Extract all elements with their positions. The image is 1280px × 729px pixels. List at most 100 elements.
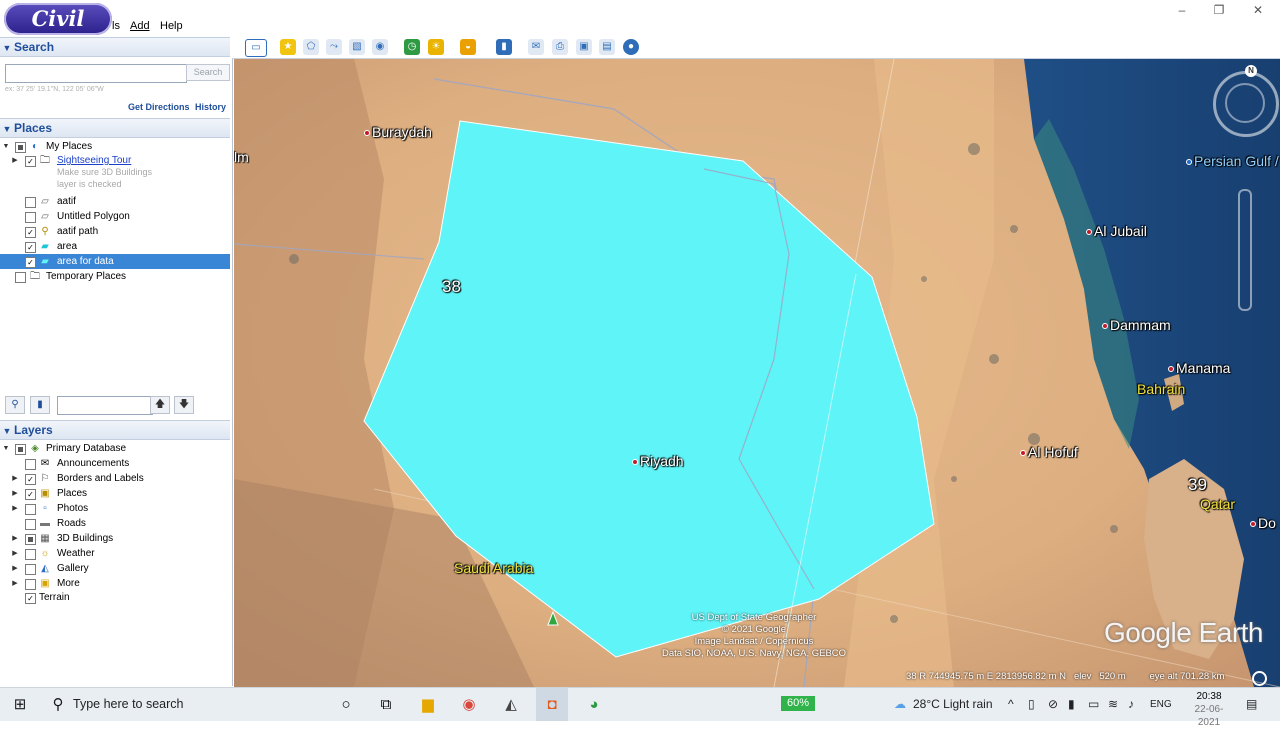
record-tour-icon[interactable]: ◉ [372, 39, 388, 55]
search-input[interactable] [5, 64, 187, 83]
wifi-icon[interactable]: ≋ [1108, 697, 1118, 711]
places-item-sightseeing-tour[interactable]: ▶ ✓ 🗀 Sightseeing Tour [0, 153, 230, 168]
history-link[interactable]: History [195, 102, 226, 112]
add-polygon-icon[interactable]: ⬠ [303, 39, 319, 55]
places-find-input[interactable] [57, 396, 153, 415]
clock[interactable]: 20:38 22-06-2021 [1184, 690, 1234, 729]
checkbox[interactable]: ✓ [25, 257, 36, 268]
battery-tray-icon[interactable]: ▭ [1088, 697, 1099, 711]
close-button[interactable]: ✕ [1248, 3, 1268, 17]
expand-icon[interactable]: ▶ [11, 153, 19, 168]
expand-icon[interactable]: ▼ [2, 139, 10, 154]
add-overlay-icon[interactable]: ▧ [349, 39, 365, 55]
panel-toggle-button[interactable]: ▮ [30, 396, 50, 414]
planets-icon[interactable]: ◒ [460, 39, 476, 55]
maximize-button[interactable]: ❐ [1209, 3, 1229, 17]
search-section-header[interactable]: ▼ Search [0, 37, 230, 57]
checkbox[interactable] [25, 564, 36, 575]
historical-imagery-icon[interactable]: ◷ [404, 39, 420, 55]
menu-add[interactable]: Add [130, 20, 150, 32]
show-hidden-icons-icon[interactable]: ^ [1008, 697, 1014, 711]
checkbox[interactable] [25, 197, 36, 208]
expand-icon[interactable]: ▶ [11, 531, 19, 546]
print-icon[interactable]: ⎙ [552, 39, 568, 55]
expand-icon[interactable]: ▼ [2, 441, 10, 456]
map-label-dammam[interactable]: Dammam [1102, 317, 1171, 333]
layer-announcements[interactable]: ✉ Announcements [0, 456, 230, 471]
tray-app-icon[interactable]: ▯ [1028, 697, 1035, 711]
checkbox[interactable]: ✓ [25, 227, 36, 238]
layer-photos[interactable]: ▶ ▫ Photos [0, 501, 230, 516]
sunlight-icon[interactable]: ☀ [428, 39, 444, 55]
taskbar-search-box[interactable]: Type here to search [73, 697, 183, 711]
email-icon[interactable]: ✉ [528, 39, 544, 55]
map-label-al-jubail[interactable]: Al Jubail [1086, 223, 1147, 239]
microphone-icon[interactable]: ▮ [1068, 697, 1075, 711]
map-label-buraydah[interactable]: Buraydah [364, 124, 432, 140]
layer-roads[interactable]: ▬ Roads [0, 516, 230, 531]
places-item-my-places[interactable]: ▼ ◐ My Places [0, 139, 230, 154]
map-label-bahrain[interactable]: Bahrain [1137, 381, 1185, 397]
add-placemark-icon[interactable]: ★ [280, 39, 296, 55]
layer-primary-database[interactable]: ▼ ◈ Primary Database [0, 441, 230, 456]
checkbox[interactable] [25, 212, 36, 223]
map-label-manama[interactable]: Manama [1168, 360, 1230, 376]
layer-more[interactable]: ▶ ▣ More [0, 576, 230, 591]
battery-indicator[interactable]: 60% [781, 696, 815, 711]
layer-3d-buildings[interactable]: ▶ ▦ 3D Buildings [0, 531, 230, 546]
checkbox[interactable] [25, 459, 36, 470]
windows-start-icon[interactable]: ⊞ [10, 695, 30, 715]
places-item-area-for-data[interactable]: ✓ ▰ area for data [0, 254, 230, 269]
checkbox[interactable]: ✓ [25, 474, 36, 485]
move-control[interactable] [1225, 83, 1265, 123]
checkbox[interactable] [25, 504, 36, 515]
map-label-persian-gulf[interactable]: Persian Gulf / [1186, 153, 1279, 169]
search-places-button[interactable]: ⚲ [5, 396, 25, 414]
expand-icon[interactable]: ▶ [11, 501, 19, 516]
places-item-temporary-places[interactable]: 🗀 Temporary Places [0, 269, 230, 284]
layer-gallery[interactable]: ▶ ◭ Gallery [0, 561, 230, 576]
expand-icon[interactable]: ▶ [11, 471, 19, 486]
layers-section-header[interactable]: ▼ Layers [0, 420, 230, 440]
checkbox[interactable] [25, 549, 36, 560]
search-icon[interactable]: ⚲ [48, 695, 68, 715]
compass-north-icon[interactable]: N [1245, 65, 1257, 77]
places-section-header[interactable]: ▼ Places [0, 118, 230, 138]
map-view[interactable]: Buraydah lm Persian Gulf / Al Jubail Dam… [234, 59, 1280, 687]
places-item-area[interactable]: ✓ ▰ area [0, 239, 230, 254]
notifications-icon[interactable]: ▤ [1246, 697, 1257, 711]
checkbox[interactable]: ✓ [25, 242, 36, 253]
checkbox[interactable] [25, 534, 36, 545]
sightseeing-tour-link[interactable]: Sightseeing Tour [57, 153, 131, 168]
google-earth-taskbar-icon[interactable]: ◕ [584, 695, 604, 715]
add-path-icon[interactable]: ⤳ [326, 39, 342, 55]
layer-terrain[interactable]: ✓ Terrain [0, 590, 230, 605]
earth-icon[interactable]: ● [623, 39, 639, 55]
minimize-button[interactable]: – [1172, 3, 1192, 17]
checkbox[interactable]: ✓ [25, 156, 36, 167]
places-item-aatif-path[interactable]: ✓ ⚲ aatif path [0, 224, 230, 239]
map-label-saudi-arabia[interactable]: Saudi Arabia [454, 560, 533, 576]
map-label-riyadh[interactable]: Riyadh [632, 453, 684, 469]
move-down-button[interactable]: 🡇 [174, 396, 194, 414]
layer-borders-and-labels[interactable]: ▶ ✓ ⚐ Borders and Labels [0, 471, 230, 486]
checkbox[interactable]: ✓ [25, 593, 36, 604]
file-explorer-icon[interactable]: ▆ [418, 695, 438, 715]
expand-icon[interactable]: ▶ [11, 576, 19, 591]
menu-help[interactable]: Help [160, 20, 183, 32]
app-icon[interactable]: ◭ [501, 695, 521, 715]
checkbox[interactable]: ✓ [25, 489, 36, 500]
places-item-aatif[interactable]: ▱ aatif [0, 194, 230, 209]
recorder-app-icon[interactable]: ◘ [536, 688, 568, 721]
network-icon[interactable]: ⊘ [1048, 697, 1058, 711]
chrome-icon[interactable]: ◉ [459, 695, 479, 715]
map-label-doha[interactable]: Do [1250, 515, 1276, 531]
layer-weather[interactable]: ▶ ☼ Weather [0, 546, 230, 561]
expand-icon[interactable]: ▶ [11, 486, 19, 501]
language-indicator[interactable]: ENG [1150, 699, 1172, 710]
ruler-icon[interactable]: ▮ [496, 39, 512, 55]
sidebar-toggle-icon[interactable]: ▭ [245, 39, 267, 57]
volume-icon[interactable]: ♪ [1128, 697, 1134, 711]
weather-icon[interactable]: ☁ [894, 697, 906, 711]
checkbox[interactable] [25, 579, 36, 590]
